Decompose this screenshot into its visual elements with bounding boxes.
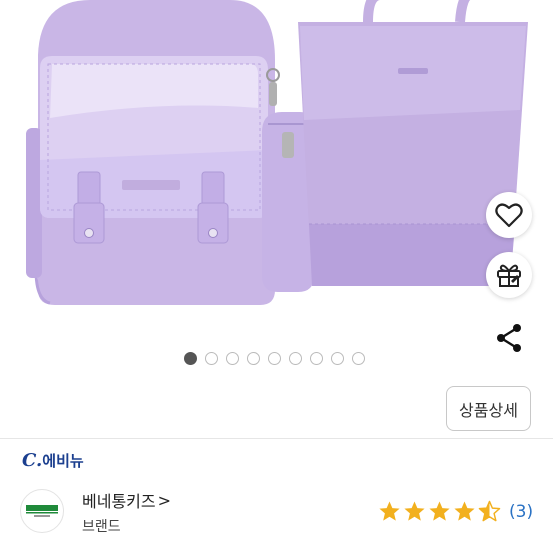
pagination-dot[interactable]: [226, 352, 239, 365]
gallery-pagination: [184, 352, 365, 365]
pagination-dot[interactable]: [289, 352, 302, 365]
chevron-right-icon: >: [157, 490, 172, 510]
heart-icon: [495, 203, 523, 228]
pagination-dot[interactable]: [205, 352, 218, 365]
wishlist-button[interactable]: [486, 192, 532, 238]
pagination-dot[interactable]: [184, 352, 197, 365]
pagination-dot[interactable]: [331, 352, 344, 365]
section-divider: [0, 438, 553, 439]
share-button[interactable]: [491, 320, 527, 356]
star-icon: [454, 501, 475, 521]
brand-name-link[interactable]: 베네통키즈 >: [82, 488, 171, 512]
rating[interactable]: (3): [378, 500, 533, 523]
half-star-icon: [478, 500, 501, 522]
brand-name: 베네통키즈: [82, 492, 156, 511]
product-photo: [26, 0, 528, 305]
review-count[interactable]: (3): [509, 502, 533, 522]
star-icon: [404, 501, 425, 521]
star-icon: [379, 501, 400, 521]
gift-button[interactable]: [486, 252, 532, 298]
brand-avatar[interactable]: [20, 489, 64, 533]
pagination-dot[interactable]: [352, 352, 365, 365]
gift-icon: [497, 264, 521, 287]
brand-subtitle: 브랜드: [82, 519, 121, 535]
product-image-gallery[interactable]: [0, 0, 553, 340]
pagination-dot[interactable]: [268, 352, 281, 365]
pagination-dot[interactable]: [310, 352, 323, 365]
share-icon: [497, 324, 521, 352]
pagination-dot[interactable]: [247, 352, 260, 365]
mall-logo-prefix: C.: [22, 450, 43, 471]
mall-logo[interactable]: C.에비뉴: [22, 450, 84, 471]
mall-logo-name: 에비뉴: [42, 452, 84, 470]
brand-logo-image: [26, 505, 58, 517]
product-detail-button[interactable]: 상품상세: [446, 386, 531, 431]
star-icon: [429, 501, 450, 521]
